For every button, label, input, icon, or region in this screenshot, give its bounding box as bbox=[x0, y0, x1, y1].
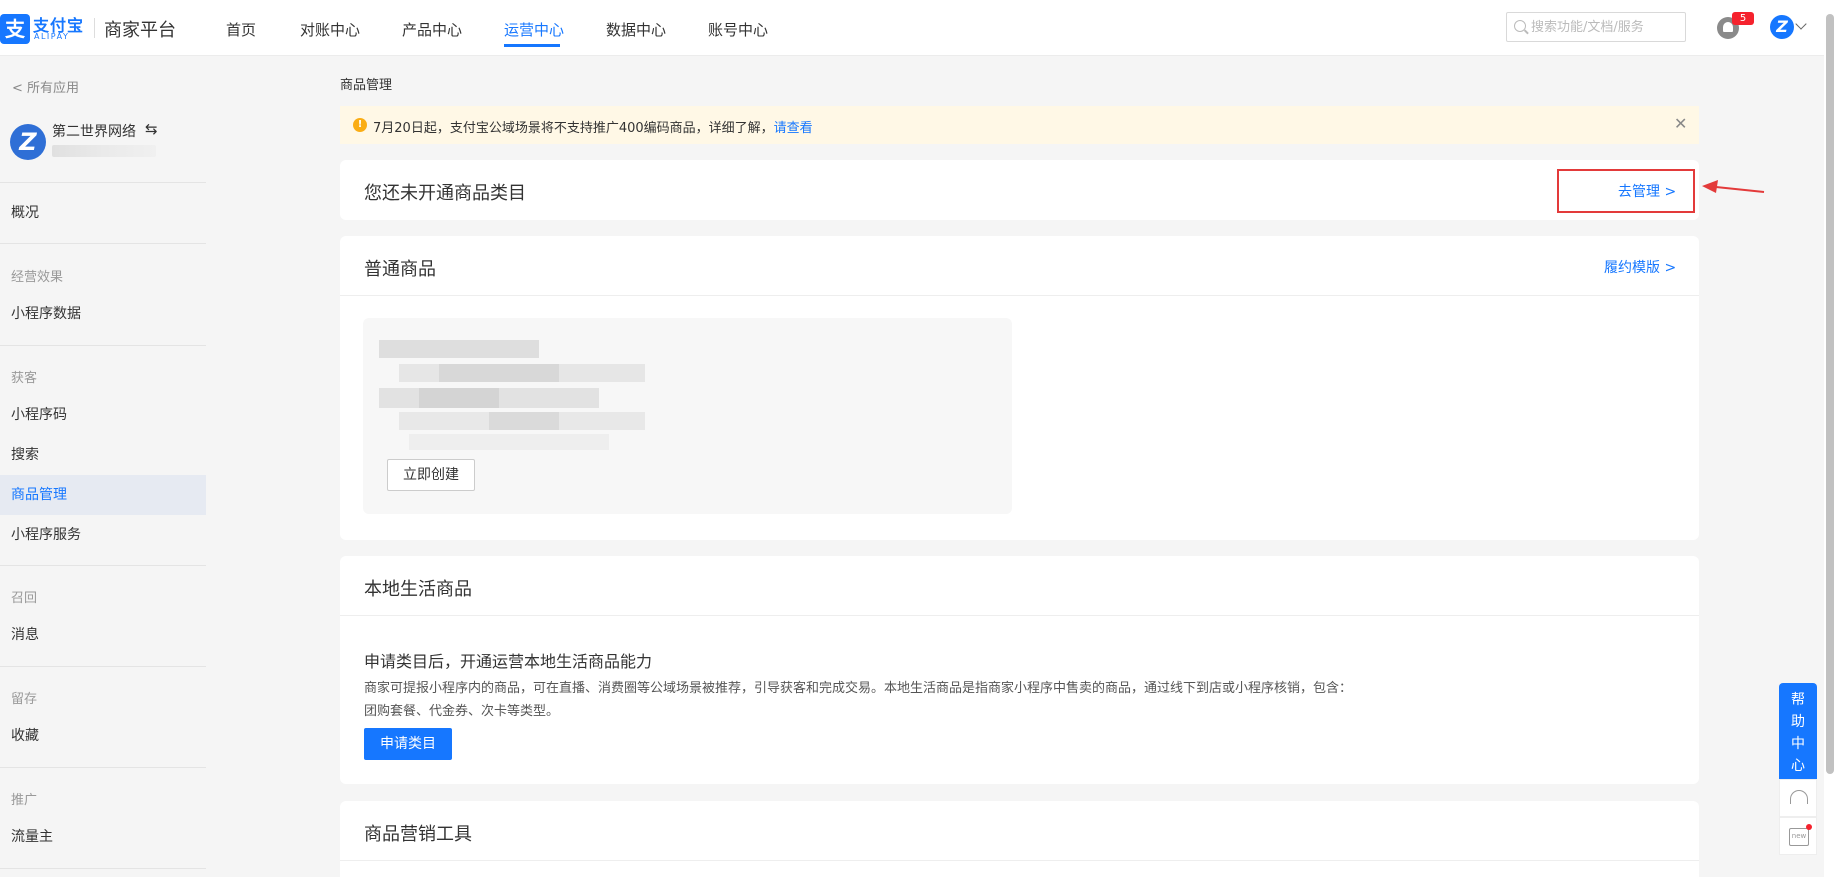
breadcrumb: 商品管理 bbox=[340, 78, 393, 93]
normal-goods-title: 普通商品 bbox=[364, 259, 436, 280]
apply-category-button[interactable]: 申请类目 bbox=[364, 728, 452, 760]
sidebar-divider bbox=[0, 243, 206, 244]
nav-active-indicator bbox=[504, 44, 560, 47]
sidebar-item-messages[interactable]: 消息 bbox=[0, 615, 206, 655]
new-icon: new bbox=[1789, 828, 1809, 846]
marketing-tools-title: 商品营销工具 bbox=[364, 824, 472, 845]
card-divider bbox=[340, 860, 1699, 861]
nav-reconciliation[interactable]: 对账中心 bbox=[300, 19, 360, 40]
notification-badge: 5 bbox=[1732, 12, 1754, 25]
app-id-redacted bbox=[52, 145, 156, 157]
sidebar-group-promotion: 推广 bbox=[11, 793, 38, 808]
local-goods-subtitle: 申请类目后，开通运营本地生活商品能力 bbox=[364, 652, 653, 671]
category-card-title: 您还未开通商品类目 bbox=[364, 183, 526, 204]
redacted-content-image bbox=[379, 340, 645, 452]
headset-icon bbox=[1790, 790, 1808, 804]
marketing-tools-card: 商品营销工具 bbox=[340, 801, 1699, 877]
sidebar-item-goods-management[interactable]: 商品管理 bbox=[0, 475, 206, 515]
search-icon bbox=[1514, 20, 1526, 32]
sidebar-item-traffic-owner[interactable]: 流量主 bbox=[0, 817, 206, 857]
avatar[interactable]: Z bbox=[1770, 15, 1794, 39]
new-indicator-dot bbox=[1806, 824, 1812, 830]
platform-name: 商家平台 bbox=[104, 20, 176, 41]
notice-message: 7月20日起，支付宝公域场景将不支持推广400编码商品，详细了解， bbox=[373, 121, 774, 136]
nav-products[interactable]: 产品中心 bbox=[402, 19, 462, 40]
top-bar: 支 支付宝 ALIPAY 商家平台 首页 对账中心 产品中心 运营中心 数据中心… bbox=[0, 0, 1848, 56]
sidebar-item-miniapp-services[interactable]: 小程序服务 bbox=[0, 515, 206, 555]
local-goods-card: 本地生活商品 申请类目后，开通运营本地生活商品能力 商家可提报小程序内的商品，可… bbox=[340, 556, 1699, 784]
notice-text: 7月20日起，支付宝公域场景将不支持推广400编码商品，详细了解，请查看 bbox=[373, 117, 813, 136]
sidebar-group-performance: 经营效果 bbox=[11, 270, 64, 285]
sidebar: < 所有应用 Z 第二世界网络 ⇆ 概况 经营效果 小程序数据 获客 小程序码 … bbox=[0, 57, 206, 877]
sidebar-group-recall: 召回 bbox=[11, 591, 38, 606]
logo-divider bbox=[94, 18, 95, 38]
category-card: 您还未开通商品类目 去管理 > bbox=[340, 160, 1699, 220]
sidebar-divider bbox=[0, 182, 206, 183]
sidebar-divider bbox=[0, 666, 206, 667]
notice-banner: ! 7月20日起，支付宝公域场景将不支持推广400编码商品，详细了解，请查看 ✕ bbox=[340, 106, 1699, 144]
customer-service-button[interactable] bbox=[1779, 779, 1817, 817]
nav-account[interactable]: 账号中心 bbox=[708, 19, 768, 40]
sidebar-divider bbox=[0, 565, 206, 566]
normal-goods-card: 普通商品 履约模版 > 立即创建 bbox=[340, 236, 1699, 540]
warning-icon: ! bbox=[353, 118, 367, 132]
nav-data[interactable]: 数据中心 bbox=[606, 19, 666, 40]
create-now-button[interactable]: 立即创建 bbox=[387, 459, 475, 491]
annotation-highlight-box bbox=[1557, 169, 1695, 213]
sidebar-divider bbox=[0, 345, 206, 346]
close-icon[interactable]: ✕ bbox=[1674, 114, 1687, 133]
sidebar-item-overview[interactable]: 概况 bbox=[0, 193, 206, 233]
local-goods-description: 商家可提报小程序内的商品，可在直播、消费圈等公域场景被推荐，引导获客和完成交易。… bbox=[364, 681, 1353, 719]
annotation-arrow-icon bbox=[1702, 180, 1765, 193]
alipay-logo-icon[interactable]: 支 bbox=[0, 14, 30, 44]
help-center-button[interactable]: 帮助中心 bbox=[1779, 683, 1817, 779]
empty-goods-panel: 立即创建 bbox=[363, 318, 1012, 514]
sidebar-group-retention: 留存 bbox=[11, 692, 38, 707]
sidebar-item-miniapp-code[interactable]: 小程序码 bbox=[0, 395, 206, 435]
app-name: 第二世界网络 bbox=[52, 124, 136, 140]
card-divider bbox=[340, 615, 1699, 616]
sidebar-divider bbox=[0, 868, 206, 869]
scrollbar-thumb[interactable] bbox=[1826, 14, 1834, 774]
card-divider bbox=[340, 295, 1699, 296]
app-logo-icon: Z bbox=[10, 124, 46, 160]
fulfillment-template-link[interactable]: 履约模版 > bbox=[1604, 257, 1676, 277]
notice-link[interactable]: 请查看 bbox=[774, 121, 813, 136]
back-to-all-apps-link[interactable]: < 所有应用 bbox=[12, 77, 79, 96]
search-input[interactable] bbox=[1531, 13, 1681, 41]
whats-new-button[interactable]: new bbox=[1779, 817, 1817, 855]
sidebar-group-acquisition: 获客 bbox=[11, 371, 38, 386]
search-box[interactable] bbox=[1506, 12, 1686, 42]
sidebar-item-miniapp-data[interactable]: 小程序数据 bbox=[0, 294, 206, 334]
sidebar-divider bbox=[0, 767, 206, 768]
help-center-label: 帮助中心 bbox=[1791, 692, 1805, 774]
nav-operations[interactable]: 运营中心 bbox=[504, 19, 564, 40]
sidebar-item-favorites[interactable]: 收藏 bbox=[0, 716, 206, 756]
switch-app-icon[interactable]: ⇆ bbox=[145, 120, 158, 138]
local-goods-title: 本地生活商品 bbox=[364, 579, 472, 600]
brand-subtitle: ALIPAY bbox=[34, 32, 70, 41]
nav-home[interactable]: 首页 bbox=[226, 19, 256, 40]
chevron-down-icon[interactable] bbox=[1795, 18, 1807, 30]
sidebar-item-search[interactable]: 搜索 bbox=[0, 435, 206, 475]
